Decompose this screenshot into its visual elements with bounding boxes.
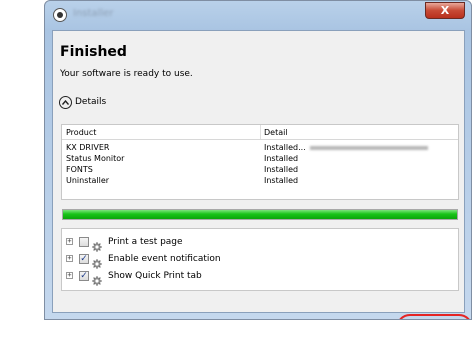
gear-icon bbox=[92, 237, 102, 252]
product-name: KX DRIVER bbox=[66, 143, 110, 152]
plus-expander-icon[interactable]: + bbox=[66, 272, 73, 279]
product-name: FONTS bbox=[66, 165, 93, 174]
close-button[interactable]: X bbox=[425, 2, 465, 19]
details-toggle[interactable]: Details bbox=[59, 94, 106, 110]
table-row[interactable]: Status Monitor Installed bbox=[62, 154, 458, 164]
option-label: Show Quick Print tab bbox=[108, 270, 202, 281]
table-row[interactable]: Uninstaller Installed bbox=[62, 176, 458, 186]
product-name: Status Monitor bbox=[66, 154, 125, 163]
product-table: Product Detail KX DRIVER Installed... St… bbox=[61, 124, 459, 200]
highlight-circle bbox=[396, 314, 471, 319]
installer-window: Installer X Finished Your software is re… bbox=[44, 0, 472, 320]
details-label: Details bbox=[75, 97, 107, 107]
show-quick-print-tab-checkbox[interactable]: ✓ bbox=[79, 270, 89, 281]
option-show-quick-print-tab[interactable]: + ✓ Show Quick Print tab bbox=[62, 269, 202, 286]
page-title: Finished bbox=[60, 44, 127, 60]
status-message: Your software is ready to use. bbox=[60, 69, 193, 79]
chevron-up-icon bbox=[59, 95, 72, 109]
options-tree: + Print a test page + ✓ Enable event not… bbox=[61, 228, 459, 291]
content-panel: Finished Your software is ready to use. … bbox=[52, 30, 471, 319]
window-title: Installer bbox=[73, 8, 114, 19]
product-detail: Installed bbox=[264, 165, 299, 174]
gear-icon bbox=[92, 271, 102, 286]
product-detail: Installed... bbox=[264, 143, 428, 152]
print-test-page-checkbox[interactable] bbox=[79, 236, 89, 247]
column-divider bbox=[260, 125, 261, 139]
blurred-path bbox=[309, 145, 428, 150]
column-header-product[interactable]: Product bbox=[66, 128, 96, 137]
gear-icon bbox=[92, 254, 102, 269]
app-icon bbox=[53, 8, 67, 22]
product-name: Uninstaller bbox=[66, 176, 110, 185]
plus-expander-icon[interactable]: + bbox=[66, 238, 73, 245]
plus-expander-icon[interactable]: + bbox=[66, 255, 73, 262]
option-label: Enable event notification bbox=[108, 253, 221, 264]
option-print-test-page[interactable]: + Print a test page bbox=[62, 235, 183, 252]
table-row[interactable]: KX DRIVER Installed... bbox=[62, 143, 458, 153]
table-row[interactable]: FONTS Installed bbox=[62, 165, 458, 175]
product-detail: Installed bbox=[264, 176, 299, 185]
option-enable-event-notification[interactable]: + ✓ Enable event notification bbox=[62, 252, 221, 269]
table-header: Product Detail bbox=[62, 125, 458, 140]
progress-fill bbox=[63, 210, 457, 219]
enable-event-notification-checkbox[interactable]: ✓ bbox=[79, 253, 89, 264]
progress-bar bbox=[62, 209, 458, 220]
option-label: Print a test page bbox=[108, 236, 183, 247]
column-header-detail[interactable]: Detail bbox=[264, 128, 288, 137]
title-bar: Installer X bbox=[45, 1, 471, 29]
product-detail: Installed bbox=[264, 154, 299, 163]
